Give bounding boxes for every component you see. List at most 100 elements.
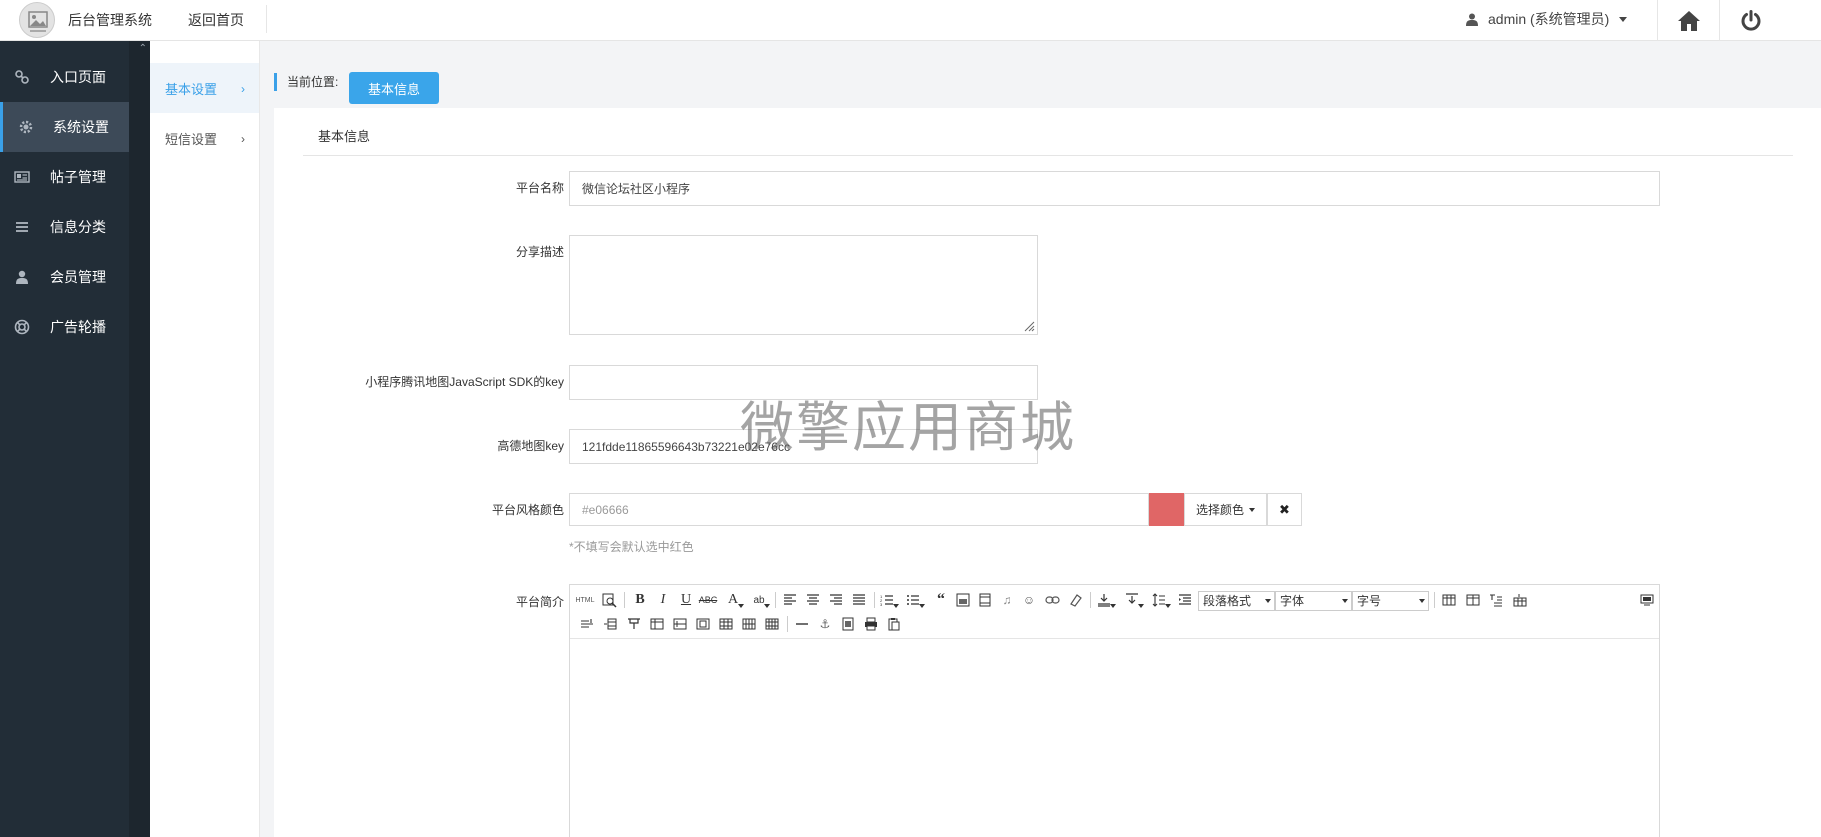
power-icon — [1741, 9, 1760, 31]
underline-button[interactable]: U — [677, 591, 695, 609]
preview-icon[interactable] — [600, 591, 618, 609]
sidebar-item-banners[interactable]: 广告轮播 — [0, 302, 129, 352]
user-icon — [1466, 13, 1478, 26]
horizontal-rule-icon[interactable] — [793, 615, 811, 633]
sub-navigation: 基本设置 › 短信设置 › — [150, 41, 260, 837]
link-icon[interactable] — [1043, 591, 1061, 609]
chevron-down-icon[interactable] — [918, 597, 926, 615]
breadcrumb: 当前位置: — [274, 73, 338, 91]
eraser-icon[interactable] — [1066, 591, 1084, 609]
sidebar-item-members[interactable]: 会员管理 — [0, 252, 129, 302]
theme-color-input[interactable]: #e06666 — [569, 493, 1149, 526]
pick-color-button[interactable]: 选择颜色 — [1184, 493, 1267, 526]
sidebar-item-system-settings[interactable]: 系统设置 — [0, 102, 129, 152]
resize-handle-icon[interactable] — [1023, 320, 1035, 332]
user-menu[interactable]: admin (系统管理员) — [1466, 9, 1628, 29]
print-icon[interactable] — [862, 615, 880, 633]
sidebar-item-posts[interactable]: 帖子管理 — [0, 152, 129, 202]
share-desc-label: 分享描述 — [515, 245, 564, 259]
chevron-right-icon: › — [241, 82, 245, 96]
sidebar-item-label: 入口页面 — [50, 69, 106, 85]
font-family-value: 字体 — [1280, 594, 1305, 608]
share-desc-textarea[interactable] — [569, 235, 1038, 335]
chevron-down-icon[interactable] — [1137, 597, 1145, 615]
watermark: 微擎应用商城 — [740, 396, 1076, 459]
align-center-icon[interactable] — [804, 591, 822, 609]
chevron-down-icon[interactable] — [1164, 597, 1172, 615]
app-title: 后台管理系统 — [68, 12, 152, 28]
split-rows-icon[interactable] — [740, 615, 758, 633]
insert-caption-icon[interactable] — [1487, 591, 1505, 609]
table-properties-icon[interactable] — [1464, 591, 1482, 609]
toolbar-separator — [1434, 592, 1435, 608]
platform-intro-label: 平台简介 — [515, 595, 564, 609]
blockquote-icon[interactable]: “ — [932, 591, 950, 609]
svg-text:3: 3 — [880, 602, 883, 606]
paragraph-format-value: 段落格式 — [1203, 594, 1252, 608]
merge-down-icon[interactable] — [694, 615, 712, 633]
delete-table-icon[interactable] — [1511, 591, 1529, 609]
anchor-icon[interactable]: ⚓ — [816, 615, 834, 633]
align-left-icon[interactable] — [781, 591, 799, 609]
sidebar: ⌃ 入口页面 系统设置 帖子管理 信息分类 会员管理 广告轮播 — [0, 41, 150, 837]
align-right-icon[interactable] — [827, 591, 845, 609]
toolbar-separator — [1090, 592, 1091, 608]
subnav-item-basic-settings[interactable]: 基本设置 › — [150, 63, 259, 113]
tencent-map-key-label: 小程序腾讯地图JavaScript SDK的key — [365, 375, 564, 389]
merge-right-icon[interactable] — [671, 615, 689, 633]
align-justify-icon[interactable] — [850, 591, 868, 609]
bold-button[interactable]: B — [631, 591, 649, 609]
sidebar-item-categories[interactable]: 信息分类 — [0, 202, 129, 252]
chevron-down-icon[interactable] — [763, 597, 771, 615]
home-button[interactable] — [1657, 0, 1719, 41]
chevron-down-icon[interactable] — [892, 597, 900, 615]
close-icon: ✖ — [1279, 501, 1290, 517]
chevron-right-icon: › — [241, 132, 245, 146]
insert-col-icon[interactable] — [648, 615, 666, 633]
pick-color-label: 选择颜色 — [1195, 503, 1244, 517]
platform-name-input[interactable]: 微信论坛社区小程序 — [569, 171, 1660, 206]
subnav-item-sms-settings[interactable]: 短信设置 › — [150, 113, 259, 163]
clear-color-button[interactable]: ✖ — [1267, 493, 1302, 526]
fullscreen-icon[interactable] — [1638, 591, 1656, 609]
insert-row-above-icon[interactable] — [578, 615, 596, 633]
chevron-down-icon[interactable] — [737, 597, 745, 615]
font-size-select[interactable]: 字号 — [1352, 591, 1429, 611]
sidebar-item-entry[interactable]: 入口页面 — [0, 52, 129, 102]
toolbar-separator — [775, 592, 776, 608]
paragraph-format-select[interactable]: 段落格式 — [1198, 591, 1275, 611]
insert-row-below-icon[interactable] — [601, 615, 619, 633]
back-home-link[interactable]: 返回首页 — [188, 10, 244, 30]
chevron-down-icon[interactable] — [1109, 597, 1117, 615]
merge-cells-icon[interactable] — [625, 615, 643, 633]
split-cells-icon[interactable] — [717, 615, 735, 633]
music-icon[interactable]: ♫ — [998, 591, 1016, 609]
text-direction-icon[interactable] — [1176, 591, 1194, 609]
divider — [266, 5, 267, 33]
strikethrough-button[interactable]: ABC — [699, 591, 718, 609]
subnav-item-label: 短信设置 — [165, 131, 218, 147]
breadcrumb-current-button[interactable]: 基本信息 — [349, 72, 439, 104]
chevron-up-icon[interactable]: ⌃ — [139, 43, 147, 54]
chevron-down-icon — [1249, 507, 1255, 512]
italic-button[interactable]: I — [654, 591, 672, 609]
paste-icon[interactable] — [885, 615, 903, 633]
user-name: admin (系统管理员) — [1488, 11, 1610, 27]
toolbar-separator — [624, 592, 625, 608]
chevron-down-icon — [1419, 599, 1425, 603]
subnav-item-label: 基本设置 — [165, 81, 218, 97]
insert-image-icon[interactable] — [954, 591, 972, 609]
platform-name-label: 平台名称 — [515, 181, 564, 195]
logout-button[interactable] — [1719, 0, 1781, 41]
rich-text-editor[interactable]: HTML B I U ABC A ab 1 2 3 “ ♫ ☺ 段落格式 字体 … — [569, 584, 1660, 837]
split-cols-icon[interactable] — [763, 615, 781, 633]
insert-table-icon[interactable] — [1440, 591, 1458, 609]
insert-video-icon[interactable] — [976, 591, 994, 609]
html-source-button[interactable]: HTML — [574, 591, 596, 609]
editor-body[interactable] — [570, 640, 1659, 837]
insert-frame-icon[interactable] — [839, 615, 857, 633]
logo[interactable] — [19, 2, 55, 38]
emoji-icon[interactable]: ☺ — [1020, 591, 1038, 609]
top-bar: 后台管理系统 返回首页 admin (系统管理员) — [0, 0, 1821, 41]
font-family-select[interactable]: 字体 — [1275, 591, 1352, 611]
